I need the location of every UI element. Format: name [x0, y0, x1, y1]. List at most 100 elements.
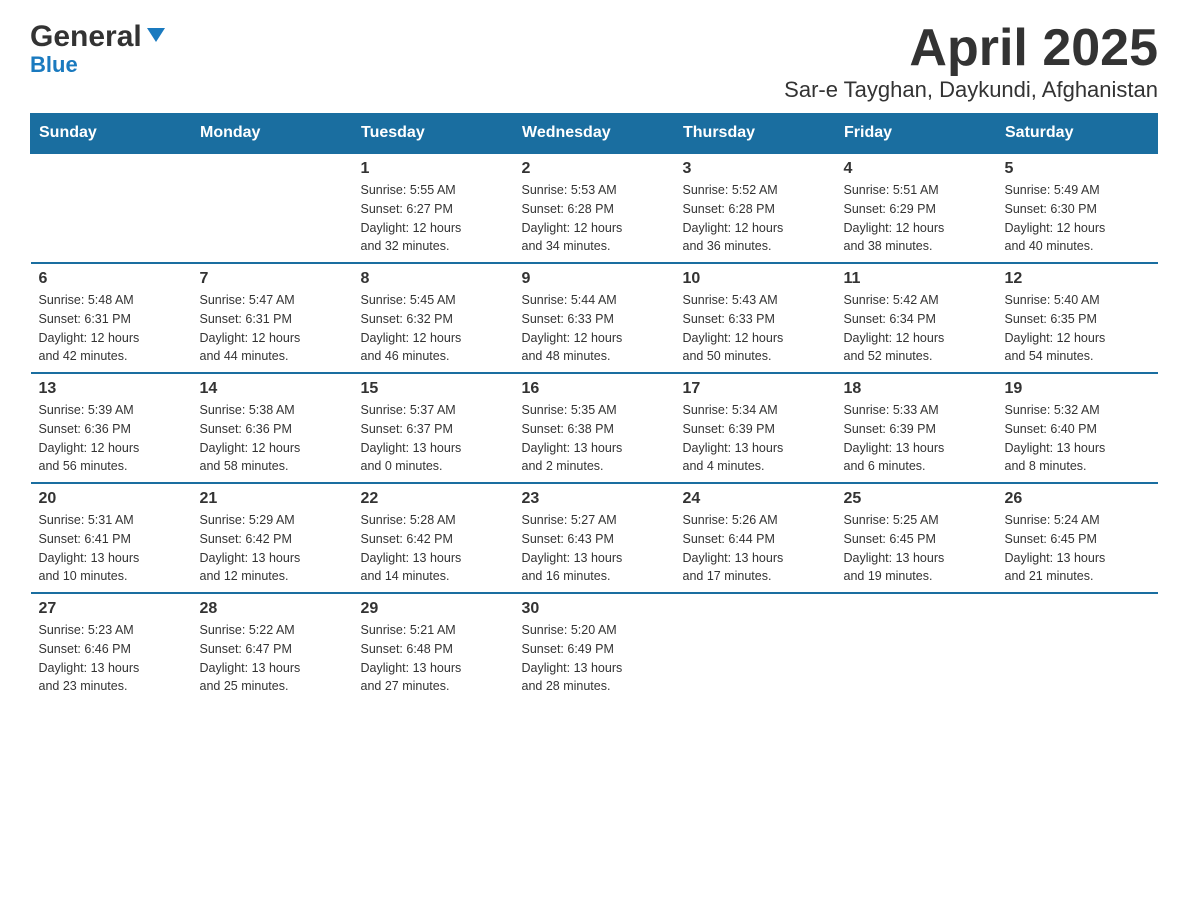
logo: General Blue [30, 20, 167, 78]
title-block: April 2025 Sar-e Tayghan, Daykundi, Afgh… [784, 20, 1158, 103]
week-row-5: 27Sunrise: 5:23 AMSunset: 6:46 PMDayligh… [31, 593, 1158, 702]
day-info: Sunrise: 5:55 AMSunset: 6:27 PMDaylight:… [361, 181, 506, 256]
day-info: Sunrise: 5:32 AMSunset: 6:40 PMDaylight:… [1005, 401, 1150, 476]
calendar-cell: 17Sunrise: 5:34 AMSunset: 6:39 PMDayligh… [675, 373, 836, 483]
calendar-cell: 1 Sunrise: 5:55 AMSunset: 6:27 PMDaylight… [353, 153, 514, 263]
week-row-4: 20 Sunrise: 5:31 AMSunset: 6:41 PMDayligh… [31, 483, 1158, 593]
calendar-cell: 28Sunrise: 5:22 AMSunset: 6:47 PMDayligh… [192, 593, 353, 702]
calendar-cell: 20 Sunrise: 5:31 AMSunset: 6:41 PMDayligh… [31, 483, 192, 593]
calendar-cell: 19 Sunrise: 5:32 AMSunset: 6:40 PMDayligh… [997, 373, 1158, 483]
day-info: Sunrise: 5:48 AMSunset: 6:31 PMDaylight:… [39, 291, 184, 366]
page-header: General Blue April 2025 Sar-e Tayghan, D… [30, 20, 1158, 103]
calendar-cell: 21 Sunrise: 5:29 AMSunset: 6:42 PMDayligh… [192, 483, 353, 593]
day-number: 9 [522, 270, 667, 288]
calendar-cell: 11 Sunrise: 5:42 AMSunset: 6:34 PMDayligh… [836, 263, 997, 373]
day-number: 15 [361, 380, 506, 398]
day-number: 24 [683, 490, 828, 508]
day-number: 4 [844, 160, 989, 178]
calendar-cell: 6 Sunrise: 5:48 AMSunset: 6:31 PMDaylight… [31, 263, 192, 373]
day-number: 5 [1005, 160, 1150, 178]
day-info: Sunrise: 5:29 AMSunset: 6:42 PMDaylight:… [200, 511, 345, 586]
calendar-cell [675, 593, 836, 702]
calendar-cell: 27Sunrise: 5:23 AMSunset: 6:46 PMDayligh… [31, 593, 192, 702]
week-row-1: 1 Sunrise: 5:55 AMSunset: 6:27 PMDaylight… [31, 153, 1158, 263]
calendar-cell: 8Sunrise: 5:45 AMSunset: 6:32 PMDaylight… [353, 263, 514, 373]
day-number: 8 [361, 270, 506, 288]
calendar-cell [836, 593, 997, 702]
calendar-cell: 4Sunrise: 5:51 AMSunset: 6:29 PMDaylight… [836, 153, 997, 263]
day-number: 29 [361, 600, 506, 618]
calendar-cell: 10 Sunrise: 5:43 AMSunset: 6:33 PMDayligh… [675, 263, 836, 373]
week-row-2: 6 Sunrise: 5:48 AMSunset: 6:31 PMDaylight… [31, 263, 1158, 373]
day-number: 12 [1005, 270, 1150, 288]
calendar-cell: 2 Sunrise: 5:53 AMSunset: 6:28 PMDaylight… [514, 153, 675, 263]
day-number: 16 [522, 380, 667, 398]
calendar-cell: 25 Sunrise: 5:25 AMSunset: 6:45 PMDayligh… [836, 483, 997, 593]
day-info: Sunrise: 5:43 AMSunset: 6:33 PMDaylight:… [683, 291, 828, 366]
calendar-cell: 3 Sunrise: 5:52 AMSunset: 6:28 PMDaylight… [675, 153, 836, 263]
day-info: Sunrise: 5:42 AMSunset: 6:34 PMDaylight:… [844, 291, 989, 366]
day-info: Sunrise: 5:38 AMSunset: 6:36 PMDaylight:… [200, 401, 345, 476]
day-info: Sunrise: 5:37 AMSunset: 6:37 PMDaylight:… [361, 401, 506, 476]
day-number: 3 [683, 160, 828, 178]
day-info: Sunrise: 5:39 AMSunset: 6:36 PMDaylight:… [39, 401, 184, 476]
day-info: Sunrise: 5:47 AMSunset: 6:31 PMDaylight:… [200, 291, 345, 366]
day-info: Sunrise: 5:49 AMSunset: 6:30 PMDaylight:… [1005, 181, 1150, 256]
day-number: 25 [844, 490, 989, 508]
day-info: Sunrise: 5:27 AMSunset: 6:43 PMDaylight:… [522, 511, 667, 586]
header-sunday: Sunday [31, 114, 192, 154]
header-saturday: Saturday [997, 114, 1158, 154]
day-number: 18 [844, 380, 989, 398]
calendar-cell [31, 153, 192, 263]
day-number: 20 [39, 490, 184, 508]
logo-arrow-icon [145, 24, 167, 51]
day-number: 6 [39, 270, 184, 288]
day-info: Sunrise: 5:44 AMSunset: 6:33 PMDaylight:… [522, 291, 667, 366]
day-info: Sunrise: 5:22 AMSunset: 6:47 PMDaylight:… [200, 621, 345, 696]
day-info: Sunrise: 5:25 AMSunset: 6:45 PMDaylight:… [844, 511, 989, 586]
logo-general-text: General [30, 20, 142, 54]
header-wednesday: Wednesday [514, 114, 675, 154]
day-info: Sunrise: 5:23 AMSunset: 6:46 PMDaylight:… [39, 621, 184, 696]
day-info: Sunrise: 5:28 AMSunset: 6:42 PMDaylight:… [361, 511, 506, 586]
calendar-cell: 23 Sunrise: 5:27 AMSunset: 6:43 PMDayligh… [514, 483, 675, 593]
day-info: Sunrise: 5:31 AMSunset: 6:41 PMDaylight:… [39, 511, 184, 586]
header-thursday: Thursday [675, 114, 836, 154]
calendar-cell: 24 Sunrise: 5:26 AMSunset: 6:44 PMDayligh… [675, 483, 836, 593]
day-info: Sunrise: 5:26 AMSunset: 6:44 PMDaylight:… [683, 511, 828, 586]
day-number: 14 [200, 380, 345, 398]
header-tuesday: Tuesday [353, 114, 514, 154]
calendar-cell: 5 Sunrise: 5:49 AMSunset: 6:30 PMDaylight… [997, 153, 1158, 263]
calendar-cell: 13Sunrise: 5:39 AMSunset: 6:36 PMDayligh… [31, 373, 192, 483]
week-row-3: 13Sunrise: 5:39 AMSunset: 6:36 PMDayligh… [31, 373, 1158, 483]
day-number: 19 [1005, 380, 1150, 398]
calendar-cell [997, 593, 1158, 702]
calendar-cell: 14 Sunrise: 5:38 AMSunset: 6:36 PMDayligh… [192, 373, 353, 483]
calendar-cell: 12Sunrise: 5:40 AMSunset: 6:35 PMDayligh… [997, 263, 1158, 373]
calendar-cell: 9 Sunrise: 5:44 AMSunset: 6:33 PMDaylight… [514, 263, 675, 373]
calendar-cell: 18 Sunrise: 5:33 AMSunset: 6:39 PMDayligh… [836, 373, 997, 483]
day-number: 30 [522, 600, 667, 618]
calendar-cell: 26Sunrise: 5:24 AMSunset: 6:45 PMDayligh… [997, 483, 1158, 593]
day-info: Sunrise: 5:52 AMSunset: 6:28 PMDaylight:… [683, 181, 828, 256]
day-info: Sunrise: 5:33 AMSunset: 6:39 PMDaylight:… [844, 401, 989, 476]
day-number: 23 [522, 490, 667, 508]
day-info: Sunrise: 5:53 AMSunset: 6:28 PMDaylight:… [522, 181, 667, 256]
day-number: 2 [522, 160, 667, 178]
day-number: 10 [683, 270, 828, 288]
header-friday: Friday [836, 114, 997, 154]
logo-blue-text: Blue [30, 52, 78, 78]
page-subtitle: Sar-e Tayghan, Daykundi, Afghanistan [784, 77, 1158, 103]
day-number: 17 [683, 380, 828, 398]
page-title: April 2025 [784, 20, 1158, 77]
calendar-cell: 30 Sunrise: 5:20 AMSunset: 6:49 PMDayligh… [514, 593, 675, 702]
header-monday: Monday [192, 114, 353, 154]
calendar-cell: 16Sunrise: 5:35 AMSunset: 6:38 PMDayligh… [514, 373, 675, 483]
calendar-cell: 7Sunrise: 5:47 AMSunset: 6:31 PMDaylight… [192, 263, 353, 373]
day-info: Sunrise: 5:20 AMSunset: 6:49 PMDaylight:… [522, 621, 667, 696]
day-number: 1 [361, 160, 506, 178]
calendar-cell: 15 Sunrise: 5:37 AMSunset: 6:37 PMDayligh… [353, 373, 514, 483]
day-number: 11 [844, 270, 989, 288]
day-number: 21 [200, 490, 345, 508]
calendar-table: SundayMondayTuesdayWednesdayThursdayFrid… [30, 113, 1158, 702]
